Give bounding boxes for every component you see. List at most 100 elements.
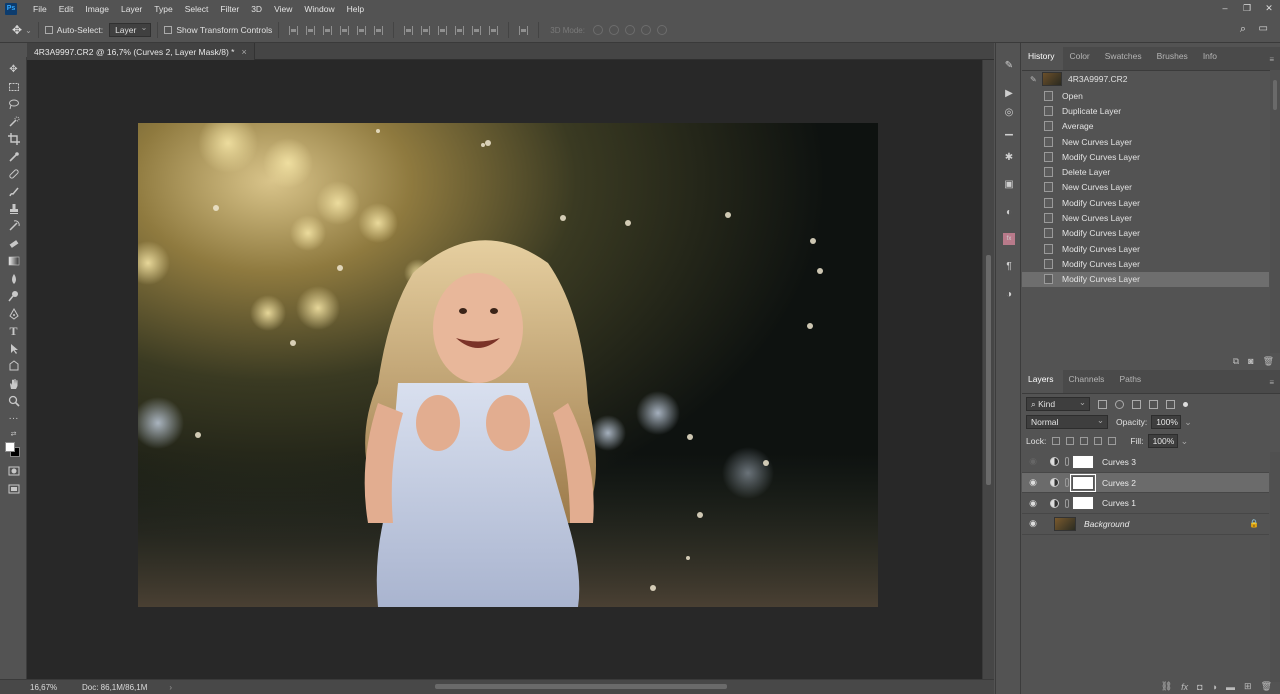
crop-icon[interactable] <box>7 133 20 145</box>
add-mask-icon[interactable]: ◘ <box>1197 682 1202 692</box>
eyedropper-icon[interactable] <box>7 151 20 163</box>
3d-scale-icon[interactable] <box>656 25 667 35</box>
history-state[interactable]: Modify Curves Layer <box>1022 256 1269 271</box>
menu-3d[interactable]: 3D <box>245 4 268 14</box>
history-state[interactable]: Modify Curves Layer <box>1022 271 1269 287</box>
new-document-from-state-icon[interactable]: ⧉ <box>1233 356 1239 367</box>
filter-toggle-icon[interactable] <box>1183 401 1188 407</box>
fill-input[interactable]: 100% <box>1147 434 1178 448</box>
layers-scrollbar[interactable] <box>1270 452 1280 682</box>
align-hcenter-icon[interactable] <box>357 25 367 35</box>
menu-file[interactable]: File <box>27 4 53 14</box>
history-state[interactable]: New Curves Layer <box>1022 180 1269 195</box>
layer-row-curves-3[interactable]: ◉ Curves 3 <box>1022 452 1269 473</box>
tab-paths[interactable]: Paths <box>1113 369 1150 393</box>
move-icon[interactable]: ✥ <box>7 63 20 75</box>
history-scrollbar[interactable] <box>1270 70 1280 353</box>
layer-name[interactable]: Background <box>1084 519 1129 529</box>
path-select-icon[interactable] <box>7 343 20 355</box>
restore-button[interactable]: ❐ <box>1236 0 1258 17</box>
scroll-thumb[interactable] <box>986 255 991 485</box>
mask-link-icon[interactable] <box>1065 457 1069 467</box>
document-image[interactable] <box>138 123 878 607</box>
history-state[interactable]: Modify Curves Layer <box>1022 195 1269 210</box>
panel-menu-icon[interactable]: ≡ <box>1269 378 1274 387</box>
new-group-icon[interactable]: ▬ <box>1226 682 1235 692</box>
visibility-toggle-icon[interactable]: ◉ <box>1022 477 1044 488</box>
healing-icon[interactable] <box>7 168 20 180</box>
lock-image-icon[interactable] <box>1066 437 1075 445</box>
blur-icon[interactable] <box>7 273 20 285</box>
status-menu-arrow[interactable]: › <box>169 683 172 692</box>
filter-kind-dropdown[interactable]: ⌕ Kind <box>1026 396 1090 411</box>
history-state[interactable]: Average <box>1022 119 1269 134</box>
foreground-color-icon[interactable] <box>4 441 22 459</box>
history-state[interactable]: Duplicate Layer <box>1022 103 1269 118</box>
pixel-filter-icon[interactable] <box>1098 399 1107 409</box>
lasso-icon[interactable] <box>7 98 20 110</box>
history-state[interactable]: Modify Curves Layer <box>1022 149 1269 164</box>
layer-thumbnail[interactable] <box>1054 516 1076 531</box>
trash-icon[interactable]: 🗑 <box>1261 681 1272 692</box>
layer-comps-icon[interactable]: ◑ <box>1003 288 1015 300</box>
menu-type[interactable]: Type <box>148 4 178 14</box>
3d-orbit-icon[interactable] <box>592 25 603 35</box>
layer-row-curves-1[interactable]: ◉ Curves 1 <box>1022 493 1269 515</box>
layer-name[interactable]: Curves 1 <box>1102 498 1136 508</box>
move-tool-preset-icon[interactable]: ✥ <box>12 23 22 37</box>
mask-link-icon[interactable] <box>1065 478 1069 488</box>
distribute-bottom-icon[interactable] <box>438 25 448 35</box>
history-state[interactable]: Modify Curves Layer <box>1022 226 1269 241</box>
new-adjustment-icon[interactable]: ◑ <box>1212 682 1217 692</box>
align-top-icon[interactable] <box>289 25 299 35</box>
workspace-icon[interactable]: ▭ <box>1259 23 1268 34</box>
tab-history[interactable]: History <box>1022 46 1064 70</box>
swap-colors-icon[interactable]: ⇄ <box>7 428 20 440</box>
lock-position-icon[interactable] <box>1080 437 1089 445</box>
hand-icon[interactable] <box>7 378 20 390</box>
type-icon[interactable]: T <box>7 324 20 338</box>
adjustments-icon[interactable]: ✱ <box>1003 151 1015 163</box>
close-tab-icon[interactable]: × <box>241 47 246 57</box>
new-layer-icon[interactable]: ⊞ <box>1244 681 1252 692</box>
scroll-thumb[interactable] <box>435 684 727 689</box>
styles-icon[interactable]: fx <box>1003 233 1015 245</box>
3d-roll-icon[interactable] <box>608 25 619 35</box>
3d-pan-icon[interactable] <box>624 25 635 35</box>
more-tools-icon[interactable]: ··· <box>7 412 20 424</box>
document-tab[interactable]: 4R3A9997.CR2 @ 16,7% (Curves 2, Layer Ma… <box>27 43 255 60</box>
preset-dropdown-icon[interactable]: ⌄ <box>25 26 32 35</box>
opacity-input[interactable]: 100% <box>1151 415 1182 429</box>
history-source-icon[interactable]: ✎ <box>1030 75 1038 84</box>
pen-icon[interactable] <box>7 308 20 320</box>
history-state[interactable]: Open <box>1022 88 1269 103</box>
distribute-right-icon[interactable] <box>489 25 499 35</box>
panel-menu-icon[interactable]: ≡ <box>1269 55 1274 64</box>
trash-icon[interactable]: 🗑 <box>1263 356 1274 367</box>
menu-layer[interactable]: Layer <box>115 4 148 14</box>
lock-all-icon[interactable] <box>1108 437 1117 445</box>
gradient-icon[interactable] <box>7 255 20 267</box>
layer-mask-thumbnail[interactable] <box>1072 454 1094 469</box>
foreground-color-swatch[interactable] <box>5 442 15 452</box>
visibility-toggle-icon[interactable]: ◉ <box>1022 518 1044 529</box>
layer-mask-thumbnail[interactable] <box>1070 473 1096 492</box>
eraser-icon[interactable] <box>7 238 20 250</box>
visibility-toggle-icon[interactable]: ◉ <box>1022 456 1044 467</box>
menu-help[interactable]: Help <box>341 4 370 14</box>
layer-row-background[interactable]: ◉ Background 🔒 <box>1022 514 1269 535</box>
align-left-icon[interactable] <box>340 25 350 35</box>
adjustment-filter-icon[interactable] <box>1115 399 1124 409</box>
play-icon[interactable]: ▶ <box>1003 87 1015 99</box>
image-icon[interactable]: ▣ <box>1003 178 1015 190</box>
zoom-level[interactable]: 16,67% <box>0 683 57 692</box>
history-state[interactable]: Delete Layer <box>1022 164 1269 179</box>
layer-name[interactable]: Curves 2 <box>1102 478 1136 488</box>
histogram-icon[interactable]: ▁ <box>1003 124 1015 136</box>
distribute-top-icon[interactable] <box>404 25 414 35</box>
shape-icon[interactable] <box>7 360 20 372</box>
mask-link-icon[interactable] <box>1065 498 1069 508</box>
tab-brushes[interactable]: Brushes <box>1151 46 1197 70</box>
lock-transparent-icon[interactable] <box>1052 437 1061 445</box>
layer-mask-thumbnail[interactable] <box>1072 496 1094 511</box>
